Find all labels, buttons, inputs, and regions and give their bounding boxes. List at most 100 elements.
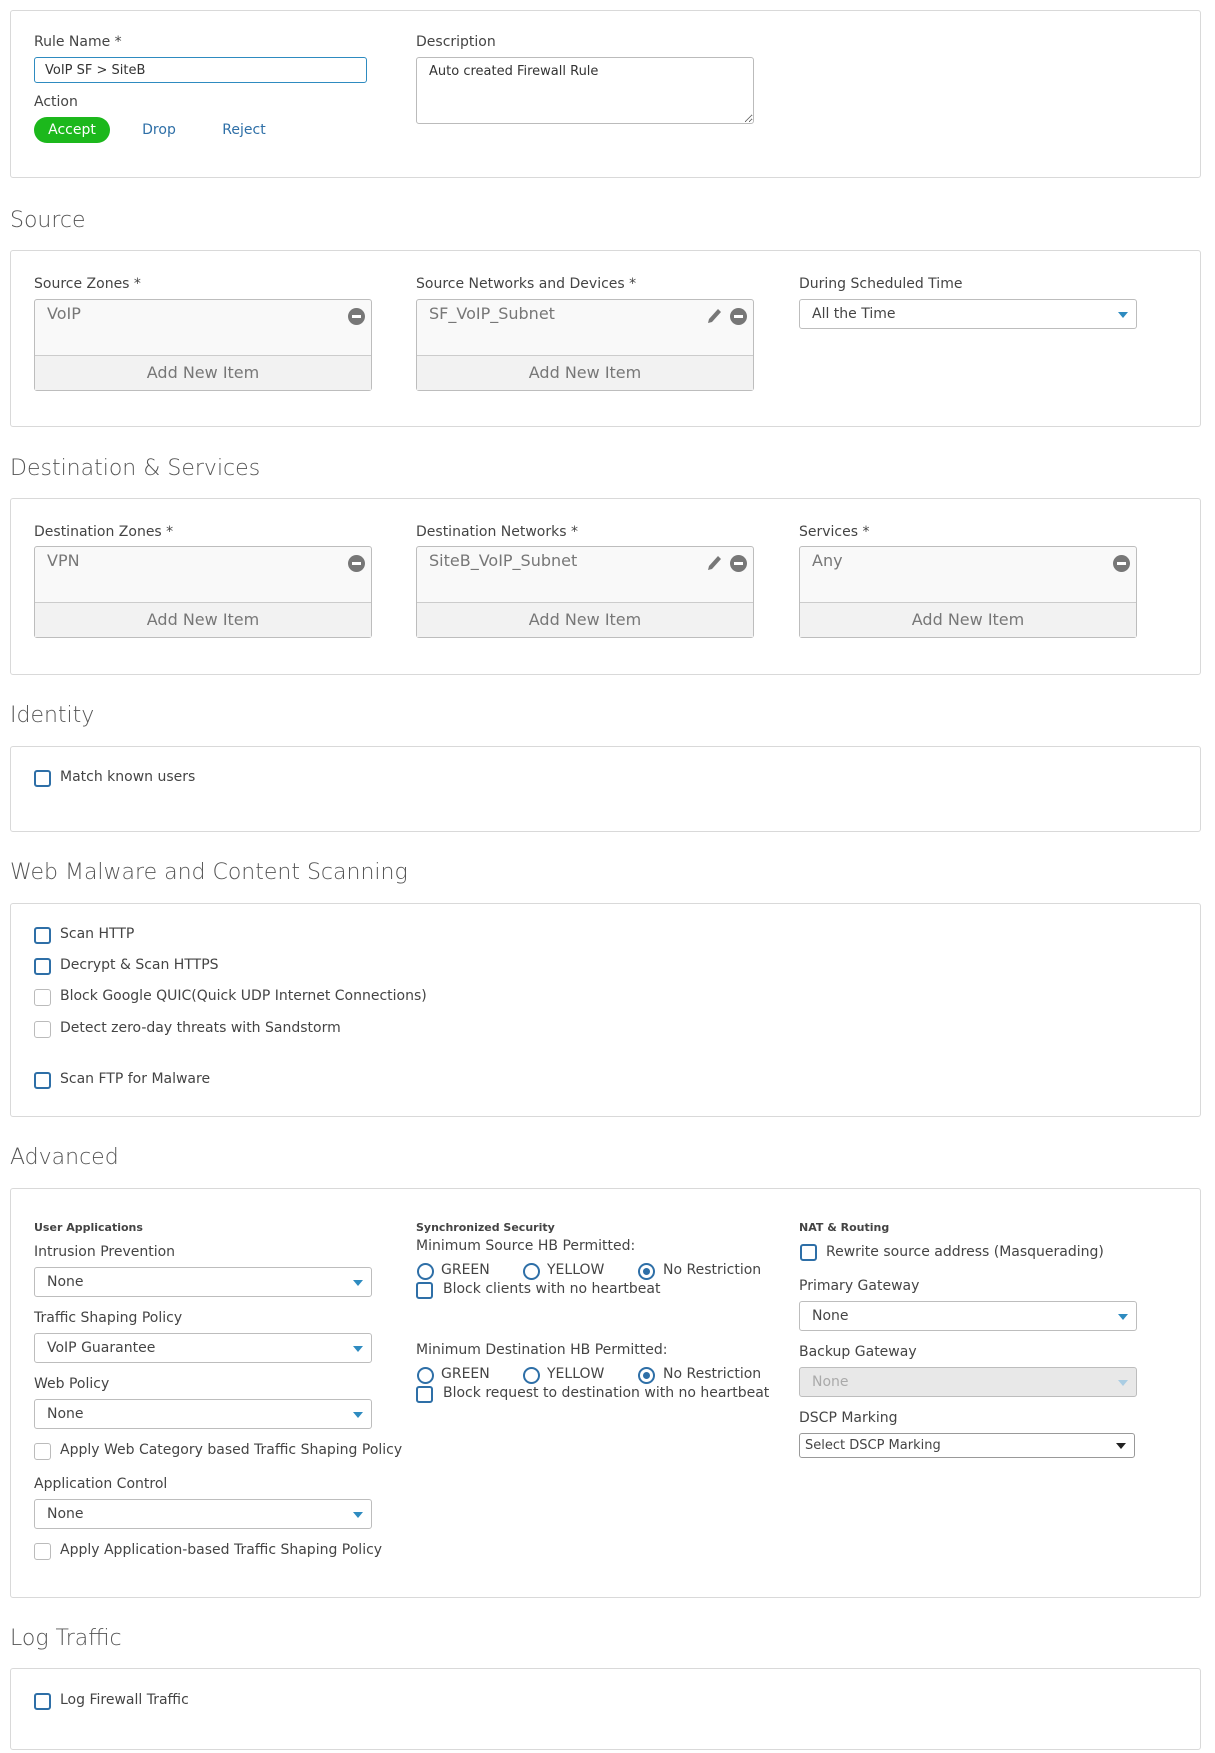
action-accept-button[interactable]: Accept — [34, 117, 110, 143]
destination-networks-label: Destination Networks * — [416, 524, 578, 540]
add-new-item-button[interactable]: Add New Item — [35, 355, 371, 390]
destination-zones-list: VPN Add New Item — [34, 546, 372, 638]
firewall-rule-page: Rule Name * Action Accept Drop Reject De… — [0, 0, 1215, 1753]
app-shaping-checkbox[interactable] — [34, 1543, 51, 1560]
source-hb-green-label: GREEN — [441, 1262, 490, 1278]
scan-ftp-checkbox[interactable] — [34, 1072, 51, 1089]
source-networks-label: Source Networks and Devices * — [416, 276, 637, 292]
services-list: Any Add New Item — [799, 546, 1137, 638]
log-firewall-traffic-label: Log Firewall Traffic — [60, 1692, 189, 1708]
description-label: Description — [416, 34, 496, 50]
web-policy-label: Web Policy — [34, 1376, 110, 1392]
web-policy-select[interactable]: None — [34, 1399, 372, 1429]
backup-gateway-label: Backup Gateway — [799, 1344, 917, 1360]
source-hb-yellow-radio[interactable] — [523, 1263, 540, 1280]
scan-http-label: Scan HTTP — [60, 926, 135, 942]
action-drop-button[interactable]: Drop — [136, 117, 182, 143]
add-new-item-button[interactable]: Add New Item — [35, 602, 371, 637]
web-policy-select-value: None — [47, 1406, 84, 1422]
web-category-shaping-checkbox[interactable] — [34, 1443, 51, 1460]
schedule-select[interactable]: All the Time — [799, 299, 1137, 329]
action-reject-button[interactable]: Reject — [218, 117, 270, 143]
nat-routing-heading: NAT & Routing — [799, 1221, 890, 1234]
log-box — [10, 1668, 1201, 1750]
shaping-select[interactable]: VoIP Guarantee — [34, 1333, 372, 1363]
dscp-select-value: Select DSCP Marking — [805, 1438, 941, 1453]
dest-hb-green-radio[interactable] — [417, 1367, 434, 1384]
decrypt-https-checkbox[interactable] — [34, 958, 51, 975]
block-dest-checkbox[interactable] — [416, 1386, 433, 1403]
log-firewall-traffic-checkbox[interactable] — [34, 1693, 51, 1710]
backup-gateway-select: None — [799, 1367, 1137, 1397]
schedule-select-value: All the Time — [812, 306, 896, 322]
identity-box — [10, 746, 1201, 832]
chevron-down-icon — [353, 1512, 363, 1518]
remove-icon[interactable] — [348, 308, 365, 325]
source-hb-no-restriction-label: No Restriction — [663, 1262, 762, 1278]
source-hb-green-radio[interactable] — [417, 1263, 434, 1280]
action-label: Action — [34, 94, 78, 110]
destination-networks-list: SiteB_VoIP_Subnet Add New Item — [416, 546, 754, 638]
dest-hb-yellow-radio[interactable] — [523, 1367, 540, 1384]
dest-hb-no-restriction-radio[interactable] — [638, 1367, 655, 1384]
block-clients-label: Block clients with no heartbeat — [443, 1281, 661, 1297]
ips-label: Intrusion Prevention — [34, 1244, 176, 1260]
remove-icon[interactable] — [730, 308, 747, 325]
web-category-shaping-label: Apply Web Category based Traffic Shaping… — [60, 1442, 403, 1458]
advanced-section-title: Advanced — [10, 1145, 119, 1170]
chevron-down-icon — [353, 1412, 363, 1418]
description-textarea[interactable]: Auto created Firewall Rule — [416, 57, 754, 124]
ips-select[interactable]: None — [34, 1267, 372, 1297]
source-hb-yellow-label: YELLOW — [547, 1262, 605, 1278]
dest-hb-yellow-label: YELLOW — [547, 1366, 605, 1382]
user-applications-heading: User Applications — [34, 1221, 143, 1234]
chevron-down-icon — [353, 1346, 363, 1352]
scan-http-checkbox[interactable] — [34, 927, 51, 944]
sync-security-heading: Synchronized Security — [416, 1221, 555, 1234]
remove-icon[interactable] — [1113, 555, 1130, 572]
source-hb-no-restriction-radio[interactable] — [638, 1263, 655, 1280]
add-new-item-button[interactable]: Add New Item — [800, 602, 1136, 637]
source-zone-item: VoIP — [47, 304, 81, 323]
destination-network-item: SiteB_VoIP_Subnet — [429, 551, 578, 570]
edit-pencil-icon[interactable] — [705, 553, 723, 573]
remove-icon[interactable] — [348, 555, 365, 572]
add-new-item-button[interactable]: Add New Item — [417, 602, 753, 637]
destination-zone-item: VPN — [47, 551, 80, 570]
block-clients-checkbox[interactable] — [416, 1282, 433, 1299]
primary-gateway-select[interactable]: None — [799, 1301, 1137, 1331]
shaping-label: Traffic Shaping Policy — [34, 1310, 183, 1326]
rule-name-input[interactable] — [34, 57, 367, 83]
chevron-down-icon — [353, 1280, 363, 1286]
dscp-label: DSCP Marking — [799, 1410, 898, 1426]
source-section-title: Source — [10, 208, 86, 233]
min-source-hb-label: Minimum Source HB Permitted: — [416, 1238, 636, 1254]
block-quic-label: Block Google QUIC(Quick UDP Internet Con… — [60, 988, 427, 1004]
identity-section-title: Identity — [10, 703, 95, 728]
chevron-down-icon — [1118, 1314, 1128, 1320]
source-network-item: SF_VoIP_Subnet — [429, 304, 555, 323]
ips-select-value: None — [47, 1274, 84, 1290]
match-known-users-label: Match known users — [60, 769, 196, 785]
block-dest-label: Block request to destination with no hea… — [443, 1385, 770, 1401]
dest-hb-green-label: GREEN — [441, 1366, 490, 1382]
rule-name-label: Rule Name * — [34, 34, 122, 50]
backup-gateway-select-value: None — [812, 1374, 849, 1390]
edit-pencil-icon[interactable] — [705, 306, 723, 326]
primary-gateway-select-value: None — [812, 1308, 849, 1324]
source-zones-label: Source Zones * — [34, 276, 141, 292]
sandstorm-label: Detect zero-day threats with Sandstorm — [60, 1020, 341, 1036]
remove-icon[interactable] — [730, 555, 747, 572]
add-new-item-button[interactable]: Add New Item — [417, 355, 753, 390]
app-control-select[interactable]: None — [34, 1499, 372, 1529]
match-known-users-checkbox[interactable] — [34, 770, 51, 787]
sandstorm-checkbox[interactable] — [34, 1021, 51, 1038]
app-control-label: Application Control — [34, 1476, 168, 1492]
dscp-select[interactable]: Select DSCP Marking — [799, 1433, 1135, 1458]
dest-hb-no-restriction-label: No Restriction — [663, 1366, 762, 1382]
masquerade-checkbox[interactable] — [800, 1244, 817, 1261]
block-quic-checkbox[interactable] — [34, 989, 51, 1006]
destination-section-title: Destination & Services — [10, 456, 261, 481]
primary-gateway-label: Primary Gateway — [799, 1278, 920, 1294]
service-item: Any — [812, 551, 843, 570]
